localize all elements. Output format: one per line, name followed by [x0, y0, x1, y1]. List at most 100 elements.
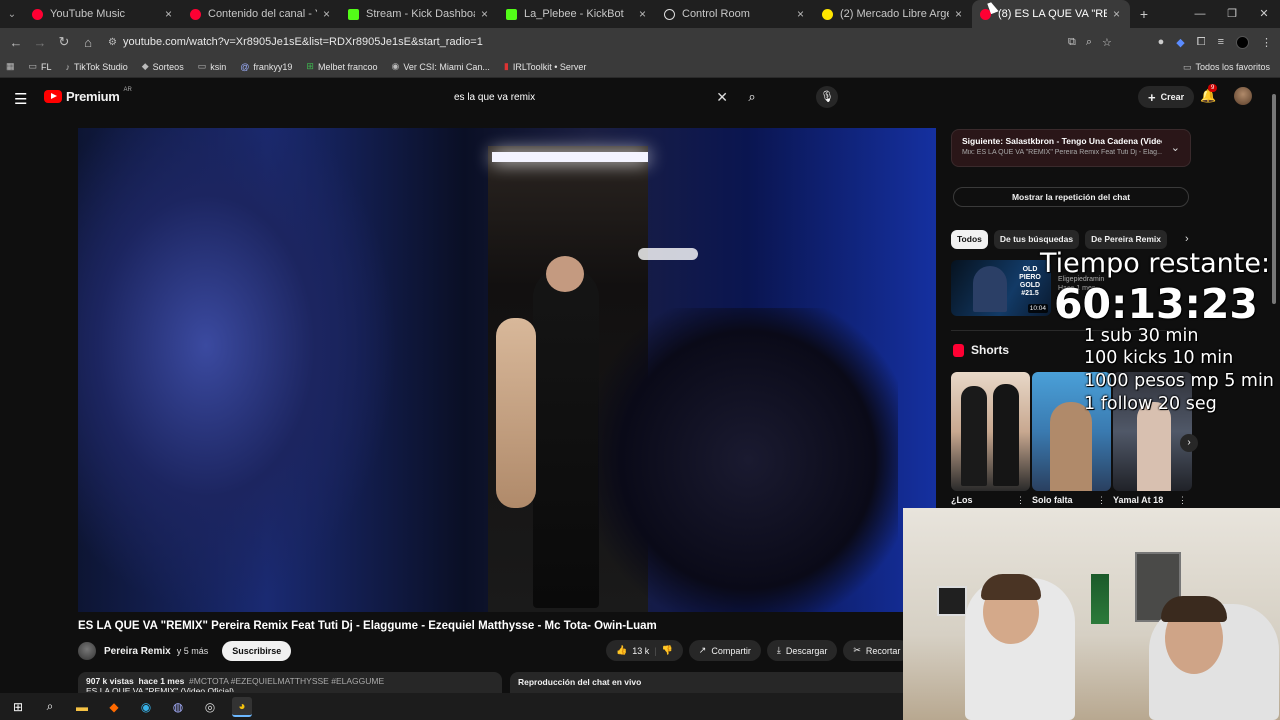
profile-avatar-icon[interactable]	[1236, 35, 1249, 49]
zoom-icon[interactable]: ⌕	[1086, 36, 1092, 49]
windows-taskbar: ⊞ ⌕ ▬ ◆ ◉ ◍ ◎ ◕	[0, 693, 903, 720]
download-button[interactable]: ⤓ Descargar	[766, 640, 838, 661]
back-icon[interactable]: ←	[4, 35, 28, 50]
collaborators-link[interactable]: y 5 más	[177, 646, 209, 656]
discord-icon[interactable]: ◍	[168, 697, 188, 717]
reload-icon[interactable]: ↻	[52, 34, 76, 50]
windows-start-icon[interactable]: ⊞	[8, 697, 28, 717]
clear-search-icon[interactable]: ✕	[716, 89, 728, 106]
file-explorer-icon[interactable]: ▬	[72, 697, 92, 717]
short-caption-3[interactable]: Yamal At 18	[1113, 495, 1163, 505]
chip-from-searches[interactable]: De tus búsquedas	[993, 229, 1080, 249]
like-button[interactable]: 👍 13 k | 👎	[606, 640, 683, 661]
bookmark-ksin[interactable]: ▭ ksin	[198, 61, 227, 72]
short-thumbnail-1[interactable]	[951, 372, 1030, 491]
chevron-right-icon[interactable]: ›	[1185, 233, 1189, 245]
tab-youtube-music[interactable]: YouTube Music ×	[24, 0, 182, 28]
close-tab-icon[interactable]: ×	[955, 7, 962, 21]
plus-icon: ⊞	[306, 61, 314, 71]
timer-rule-2: 100 kicks 10 min	[1084, 348, 1234, 368]
apps-grid-icon[interactable]: ▦	[6, 61, 15, 72]
extension-shield-icon[interactable]: ◆	[1176, 36, 1184, 49]
up-next-card[interactable]: Siguiente: Salastkbron - Tengo Una Caden…	[951, 129, 1191, 167]
shorts-header: Shorts	[953, 343, 1009, 357]
recommended-video-thumbnail[interactable]: OLD PIERO GOLD #21.5 10:04	[951, 260, 1051, 316]
timer-rule-1: 1 sub 30 min	[1084, 326, 1199, 346]
tab-kick-dashboard[interactable]: Stream - Kick Dashboard ×	[340, 0, 498, 28]
close-tab-icon[interactable]: ×	[639, 7, 646, 21]
close-tab-icon[interactable]: ×	[797, 7, 804, 21]
search-icon[interactable]: ⌕	[734, 89, 770, 105]
chip-todos[interactable]: Todos	[951, 229, 988, 249]
bookmark-irltoolkit[interactable]: ▮ IRLToolkit • Server	[504, 61, 586, 72]
bookmark-fl[interactable]: ▭ FL	[29, 61, 52, 72]
bookmark-csi-miami[interactable]: ◉ Ver CSI: Miami Can...	[392, 61, 490, 72]
bookmark-frankyy19[interactable]: @ frankyy19	[240, 62, 292, 72]
channel-name[interactable]: Pereira Remix	[104, 646, 171, 657]
cbs-icon: ◉	[391, 61, 400, 71]
account-avatar[interactable]	[1234, 87, 1252, 105]
tab-search-icon[interactable]: ⌄	[0, 0, 24, 28]
search-icon[interactable]: ⌕	[40, 697, 60, 717]
tab-youtube-studio[interactable]: Contenido del canal - YouTube ×	[182, 0, 340, 28]
bookmark-melbet[interactable]: ⊞ Melbet francoo	[306, 61, 377, 72]
all-bookmarks[interactable]: ▭ Todos los favoritos	[1183, 56, 1270, 78]
url-field[interactable]: ⚙ youtube.com/watch?v=Xr8905Je1sE&list=R…	[108, 31, 1108, 53]
close-tab-icon[interactable]: ×	[481, 7, 488, 21]
close-tab-icon[interactable]: ×	[165, 7, 172, 21]
forward-icon[interactable]: →	[28, 35, 52, 50]
more-options-icon[interactable]: ⋮	[1016, 495, 1025, 506]
create-button[interactable]: + Crear	[1138, 86, 1195, 108]
channel-avatar[interactable]	[78, 642, 96, 660]
edge-browser-icon[interactable]: ◉	[136, 697, 156, 717]
obs-icon[interactable]: ◎	[200, 697, 220, 717]
bookmark-tiktok-studio[interactable]: ♪ TikTok Studio	[66, 62, 128, 72]
chevron-down-icon[interactable]: ⌄	[1171, 141, 1180, 154]
install-app-icon[interactable]: ⧉	[1068, 36, 1076, 49]
more-options-icon[interactable]: ⋮	[1178, 495, 1187, 506]
chip-from-channel[interactable]: De Pereira Remix	[1085, 229, 1168, 249]
clip-button[interactable]: ✂ Recortar	[843, 640, 911, 661]
close-tab-icon[interactable]: ×	[323, 7, 330, 21]
tab-mercado-libre[interactable]: (2) Mercado Libre Argentina - E ×	[814, 0, 972, 28]
brave-browser-icon[interactable]: ◆	[104, 697, 124, 717]
close-window-icon[interactable]: ✕	[1248, 0, 1280, 28]
subscribe-button[interactable]: Suscribirse	[222, 641, 292, 661]
webcam-xmas-tree	[1091, 574, 1109, 624]
video-actions: 👍 13 k | 👎 ↗ Compartir ⤓ Descargar ✂ Recortar	[606, 640, 911, 661]
home-icon[interactable]: ⌂	[76, 35, 100, 50]
media-control-icon[interactable]: ≡	[1218, 36, 1224, 48]
search-input[interactable]: es la que va remix	[444, 92, 716, 103]
shorts-next-icon[interactable]: ›	[1180, 434, 1198, 452]
close-tab-icon[interactable]: ×	[1113, 7, 1120, 21]
bookmark-star-icon[interactable]: ☆	[1102, 36, 1112, 49]
new-tab-button[interactable]: +	[1130, 6, 1158, 22]
voice-search-icon[interactable]: 🎙	[816, 86, 838, 108]
webcam-hair-left	[981, 574, 1041, 600]
video-center-face	[546, 256, 584, 292]
youtube-premium-logo[interactable]: Premium AR	[44, 87, 132, 104]
share-button[interactable]: ↗ Compartir	[688, 640, 761, 661]
extension-icon[interactable]: ●	[1158, 36, 1165, 48]
short-caption-2[interactable]: Solo falta	[1032, 495, 1073, 505]
show-chat-replay-button[interactable]: Mostrar la repetición del chat	[953, 187, 1189, 207]
scrollbar-thumb[interactable]	[1272, 94, 1276, 304]
youtube-play-icon	[44, 90, 62, 103]
tab-control-room[interactable]: Control Room ×	[656, 0, 814, 28]
bookmark-sorteos[interactable]: ◆ Sorteos	[142, 61, 184, 72]
minimize-icon[interactable]: —	[1184, 0, 1216, 28]
tab-kickbot[interactable]: La_Plebee - KickBot ×	[498, 0, 656, 28]
video-ceiling-light	[492, 152, 648, 162]
video-player[interactable]	[78, 128, 936, 612]
chrome-icon[interactable]: ◕	[232, 696, 252, 717]
short-caption-1[interactable]: ¿Los	[951, 495, 973, 505]
hamburger-menu-icon[interactable]: ☰	[14, 90, 27, 108]
more-options-icon[interactable]: ⋮	[1097, 495, 1106, 506]
browser-menu-icon[interactable]: ⋮	[1261, 36, 1272, 49]
restore-icon[interactable]: ❐	[1216, 0, 1248, 28]
thumbs-up-icon: 👍	[616, 645, 628, 655]
site-info-icon[interactable]: ⚙	[108, 37, 117, 48]
notifications-bell-icon[interactable]: 🔔 9	[1200, 84, 1218, 104]
thumbs-down-icon[interactable]: 👎	[662, 645, 673, 656]
extensions-puzzle-icon[interactable]: ⧠	[1197, 36, 1206, 49]
